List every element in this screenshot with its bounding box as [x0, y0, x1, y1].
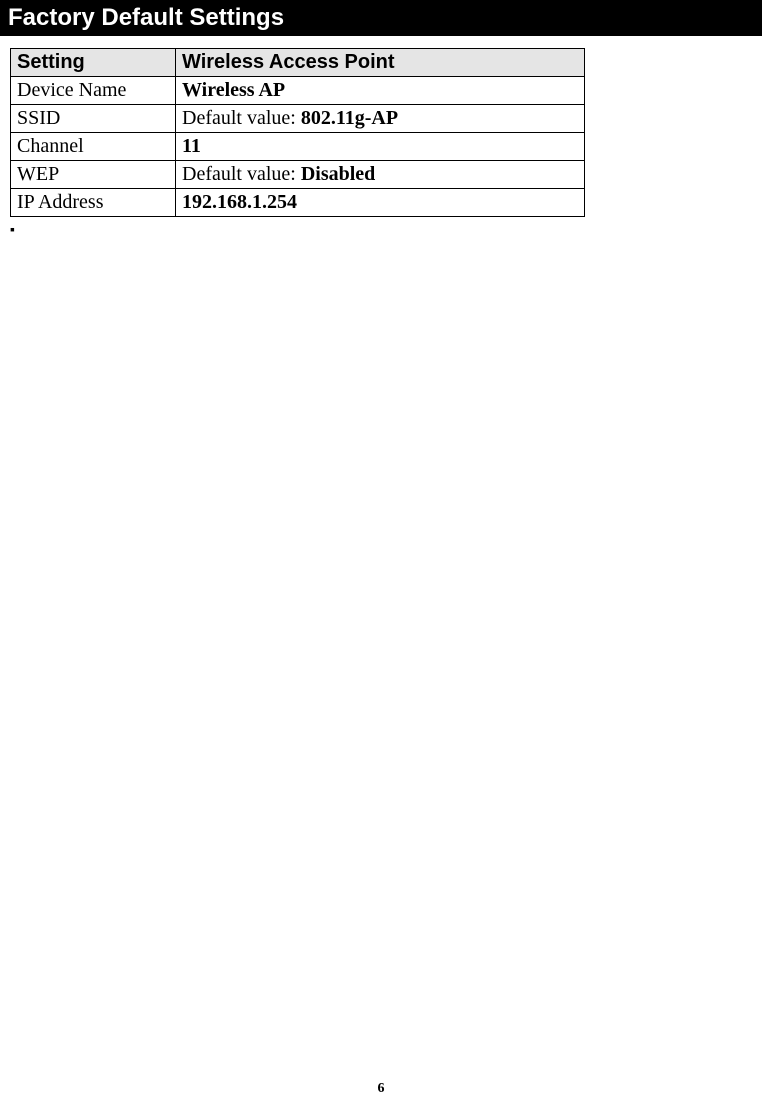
bullet-point: ▪: [10, 223, 762, 239]
cell-setting: WEP: [11, 161, 176, 189]
cell-value: Default value: Disabled: [176, 161, 585, 189]
table-row: SSID Default value: 802.11g-AP: [11, 105, 585, 133]
settings-table: Setting Wireless Access Point Device Nam…: [10, 48, 585, 217]
header-access-point: Wireless Access Point: [176, 49, 585, 77]
table-header-row: Setting Wireless Access Point: [11, 49, 585, 77]
cell-value: 192.168.1.254: [176, 189, 585, 217]
table-row: WEP Default value: Disabled: [11, 161, 585, 189]
table-row: IP Address 192.168.1.254: [11, 189, 585, 217]
cell-value: Wireless AP: [176, 77, 585, 105]
cell-setting: Channel: [11, 133, 176, 161]
table-row: Channel 11: [11, 133, 585, 161]
cell-value: 11: [176, 133, 585, 161]
header-setting: Setting: [11, 49, 176, 77]
table-row: Device Name Wireless AP: [11, 77, 585, 105]
page-number: 6: [0, 1081, 762, 1097]
cell-setting: Device Name: [11, 77, 176, 105]
cell-setting: IP Address: [11, 189, 176, 217]
cell-setting: SSID: [11, 105, 176, 133]
cell-value: Default value: 802.11g-AP: [176, 105, 585, 133]
page-title: Factory Default Settings: [0, 0, 762, 36]
